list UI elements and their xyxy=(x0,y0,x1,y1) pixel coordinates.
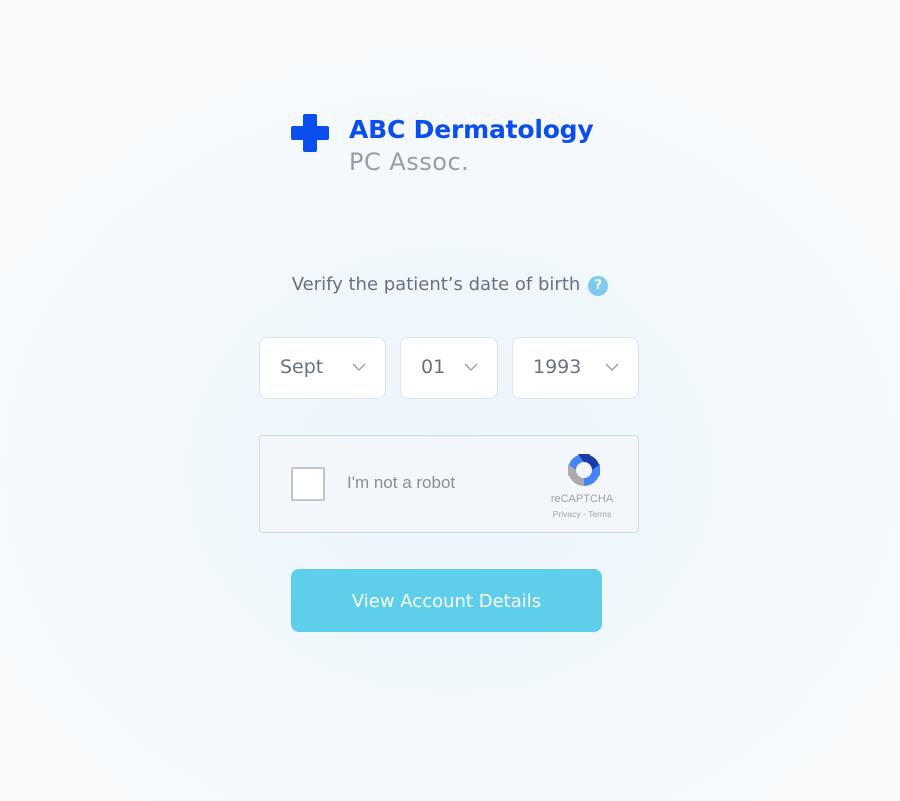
year-select[interactable]: 1993 xyxy=(512,337,639,399)
chevron-down-icon xyxy=(605,363,619,371)
brand-name: ABC Dermatology xyxy=(349,115,594,144)
chevron-down-icon xyxy=(352,363,366,371)
question-mark-icon[interactable]: ? xyxy=(588,276,609,296)
day-select[interactable]: 01 xyxy=(400,337,498,399)
month-value: Sept xyxy=(280,356,324,378)
recaptcha-widget: I'm not a robot reCAPTCHA Privacy - Term… xyxy=(259,435,639,533)
chevron-down-icon xyxy=(464,363,478,371)
view-account-details-button[interactable]: View Account Details xyxy=(291,569,602,632)
verify-dob-label: Verify the patient’s date of birth xyxy=(291,274,581,295)
verify-dob-prompt: Verify the patient’s date of birth? xyxy=(0,274,900,296)
medical-cross-icon xyxy=(291,114,329,152)
captcha-checkbox[interactable] xyxy=(291,467,325,501)
year-value: 1993 xyxy=(533,356,582,378)
month-select[interactable]: Sept xyxy=(259,337,386,399)
brand-logo: ABC Dermatology PC Assoc. xyxy=(291,114,621,184)
recaptcha-logo-icon xyxy=(568,454,600,486)
recaptcha-privacy-terms-links[interactable]: Privacy - Terms xyxy=(542,509,622,519)
captcha-label: I'm not a robot xyxy=(347,473,456,492)
recaptcha-brand: reCAPTCHA xyxy=(550,493,614,505)
day-value: 01 xyxy=(421,356,446,378)
brand-subtitle: PC Assoc. xyxy=(349,148,470,176)
